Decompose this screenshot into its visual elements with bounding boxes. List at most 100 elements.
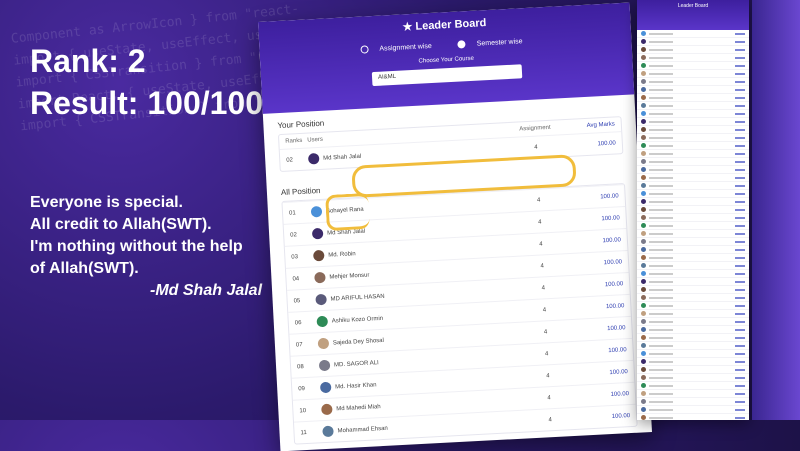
mini-row xyxy=(637,206,749,214)
mini-row xyxy=(637,222,749,230)
mini-row xyxy=(637,182,749,190)
avatar xyxy=(641,87,646,92)
mini-row xyxy=(637,38,749,46)
mini-row xyxy=(637,278,749,286)
name-placeholder xyxy=(649,312,673,315)
marks-placeholder xyxy=(735,328,745,331)
course-select[interactable]: AI&ML xyxy=(371,64,523,87)
assignment-cell: 4 xyxy=(541,284,546,292)
header-marks: Avg Marks xyxy=(586,121,616,129)
avatar xyxy=(641,183,646,188)
avatar xyxy=(307,152,320,165)
user-name: Md. Hasir Khan xyxy=(335,381,377,390)
mini-row xyxy=(637,86,749,94)
avatar xyxy=(641,239,646,244)
marks-placeholder xyxy=(735,288,745,291)
radio-assignment[interactable]: Assignment wise xyxy=(360,42,440,54)
mini-row xyxy=(637,414,749,420)
name-placeholder xyxy=(649,200,673,203)
avatar xyxy=(641,95,646,100)
assignment-cell: 4 xyxy=(536,196,541,204)
marks-placeholder xyxy=(735,352,745,355)
avatar xyxy=(641,175,646,180)
avatar xyxy=(641,135,646,140)
marks-placeholder xyxy=(735,48,745,51)
name-placeholder xyxy=(649,104,673,107)
name-placeholder xyxy=(649,376,673,379)
mini-row xyxy=(637,358,749,366)
header-ranks: Ranks xyxy=(285,137,303,145)
avatar xyxy=(641,319,646,324)
marks-placeholder xyxy=(735,248,745,251)
marks-cell: 100.00 xyxy=(601,214,620,222)
mini-row xyxy=(637,326,749,334)
name-placeholder xyxy=(649,224,673,227)
user-name: Md. Robin xyxy=(328,250,356,259)
avatar xyxy=(314,271,326,284)
avatar xyxy=(321,403,333,416)
name-placeholder xyxy=(649,384,673,387)
avatar xyxy=(641,143,646,148)
assignment-cell: 4 xyxy=(540,262,544,270)
marks-placeholder xyxy=(735,160,745,163)
marks-placeholder xyxy=(735,264,745,267)
name-placeholder xyxy=(649,112,673,115)
header-assignment: Assignment xyxy=(519,124,551,133)
mini-row xyxy=(637,350,749,358)
rank-cell: 02 xyxy=(286,156,294,164)
name-placeholder xyxy=(649,232,673,235)
mini-row xyxy=(637,54,749,62)
mini-row xyxy=(637,198,749,206)
rank-cell: 07 xyxy=(295,341,303,348)
rank-cell: 03 xyxy=(291,253,299,261)
mini-row xyxy=(637,94,749,102)
rank-cell: 04 xyxy=(292,275,300,283)
avatar xyxy=(641,47,646,52)
name-placeholder xyxy=(649,360,673,363)
marks-cell: 100.00 xyxy=(600,192,619,200)
avatar xyxy=(641,415,646,420)
name-placeholder xyxy=(649,304,673,307)
avatar xyxy=(641,271,646,276)
radio-semester[interactable]: Semester wise xyxy=(457,38,531,49)
rank-cell: 06 xyxy=(294,319,302,326)
rank-cell: 08 xyxy=(296,363,304,370)
name-placeholder xyxy=(649,184,673,187)
mini-row xyxy=(637,110,749,118)
full-leaderboard-rows xyxy=(637,30,749,420)
marks-cell: 100.00 xyxy=(604,280,624,288)
avatar xyxy=(641,151,646,156)
mini-row xyxy=(637,166,749,174)
marks-cell: 100.00 xyxy=(597,139,616,147)
name-placeholder xyxy=(649,56,673,59)
avatar xyxy=(641,351,646,356)
marks-placeholder xyxy=(735,176,745,179)
highlight-rank2 xyxy=(325,192,370,232)
marks-placeholder xyxy=(735,120,745,123)
assignment-cell: 4 xyxy=(534,144,538,151)
name-placeholder xyxy=(649,208,673,211)
marks-placeholder xyxy=(735,360,745,363)
marks-placeholder xyxy=(735,96,745,99)
name-placeholder xyxy=(649,176,673,179)
mini-row xyxy=(637,334,749,342)
name-placeholder xyxy=(649,264,673,267)
avatar xyxy=(641,55,646,60)
user-name: Md Shah Jalal xyxy=(323,153,362,162)
marks-cell: 100.00 xyxy=(602,236,622,244)
avatar xyxy=(641,327,646,332)
marks-placeholder xyxy=(735,384,745,387)
leaderboard-header: ★ Leader Board Assignment wise Semester … xyxy=(258,2,635,114)
avatar xyxy=(641,303,646,308)
avatar xyxy=(641,287,646,292)
name-placeholder xyxy=(649,120,673,123)
marks-placeholder xyxy=(735,400,745,403)
mini-row xyxy=(637,62,749,70)
avatar xyxy=(641,247,646,252)
name-placeholder xyxy=(649,352,673,355)
avatar xyxy=(641,407,646,412)
avatar xyxy=(641,335,646,340)
mini-row xyxy=(637,390,749,398)
name-placeholder xyxy=(649,248,673,251)
name-placeholder xyxy=(649,144,673,147)
